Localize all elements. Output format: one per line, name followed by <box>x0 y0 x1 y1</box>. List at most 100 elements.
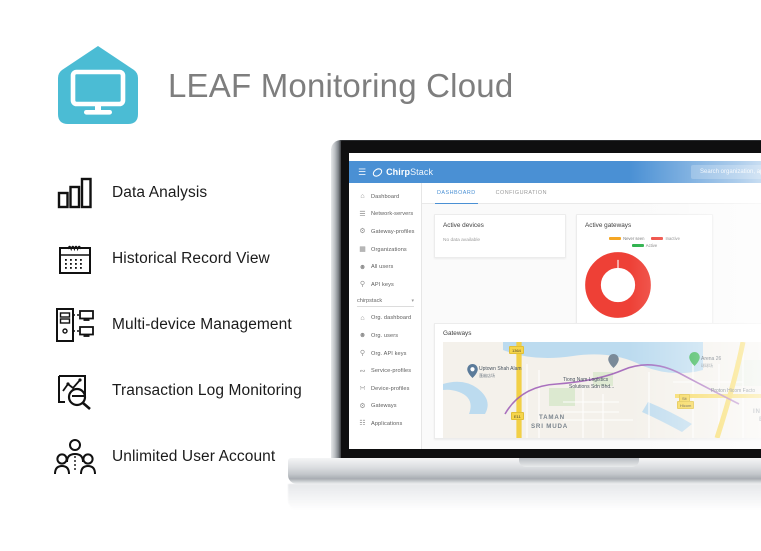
page-title: LEAF Monitoring Cloud <box>168 67 514 104</box>
sidebar-item-org-users[interactable]: ☻ Org. users <box>349 327 421 345</box>
legend-swatch <box>631 243 644 248</box>
map-pin-icon[interactable] <box>467 364 478 378</box>
sidebar-item-org-dashboard[interactable]: ⌂ Org. dashboard <box>349 310 421 328</box>
card-active-devices: Active devices No data available <box>434 214 566 258</box>
app-topbar: ☰ ChirpStack Search organization, applic… <box>349 161 761 183</box>
card-title: Gateways <box>443 330 472 337</box>
sidebar-item-label: Applications <box>371 420 403 427</box>
map-pin-icon[interactable] <box>689 352 700 366</box>
search-placeholder: Search organization, application, gatewa… <box>700 169 761 175</box>
dashboard-cards: Active devices No data available Active … <box>422 204 761 332</box>
server-icon: ☰ <box>359 210 366 218</box>
search-input[interactable]: Search organization, application, gatewa… <box>691 165 761 179</box>
home-icon: ⌂ <box>360 314 365 322</box>
sidebar-item-organizations[interactable]: ▦ Organizations <box>349 241 421 259</box>
sidebar-item-label: Gateway-profiles <box>371 228 415 235</box>
road-shield: Hicom <box>677 401 695 409</box>
calendar-icon <box>48 234 102 284</box>
legend-item-active[interactable]: Active <box>631 243 658 248</box>
laptop-mockup: ☰ ChirpStack Search organization, applic… <box>288 140 761 510</box>
road-shield: E11 <box>511 412 524 420</box>
key-icon: ⚲ <box>359 350 366 358</box>
sidebar-item-label: Device-profiles <box>371 385 410 392</box>
user-icon: ☻ <box>358 263 367 271</box>
legend-label: Active <box>645 243 658 248</box>
chevron-down-icon: ▾ <box>411 297 414 304</box>
device-icon: ∺ <box>359 385 366 393</box>
brand-header: LEAF Monitoring Cloud <box>56 44 513 128</box>
map-label: 球球场 <box>701 363 713 368</box>
legend-row: Active <box>631 243 658 248</box>
app-content: DASHBOARD CONFIGURATION Active devices N… <box>422 183 761 449</box>
laptop-base-reflection <box>288 484 761 510</box>
sidebar-item-label: API keys <box>371 281 394 288</box>
feature-item-multi-device-management: Multi-device Management <box>48 292 368 358</box>
feature-item-transaction-log-monitoring: Transaction Log Monitoring <box>48 358 368 424</box>
tab-dashboard[interactable]: DASHBOARD <box>435 183 478 204</box>
sidebar-item-label: Org. API keys <box>371 350 407 357</box>
map-label: Uptown Shah Alam <box>479 366 522 372</box>
card-title: Active devices <box>443 222 484 229</box>
gateways-donut-chart <box>585 252 651 318</box>
legend-item-inactive[interactable]: Inactive <box>651 236 680 241</box>
sidebar-item-org-api-keys[interactable]: ⚲ Org. API keys <box>349 345 421 363</box>
sidebar-item-label: Network-servers <box>371 211 414 218</box>
gateways-map[interactable]: Uptown Shah Alam 蓬幽店场 Tiong Nam Logistic… <box>443 342 761 438</box>
card-empty-text: No data available <box>443 238 481 243</box>
chirpstack-logo-icon: ChirpStack <box>372 167 433 178</box>
feature-list: Data Analysis Historical Record View Mul… <box>48 160 368 490</box>
feature-label: Unlimited User Account <box>112 448 276 465</box>
sidebar-item-applications[interactable]: ☷ Applications <box>349 415 421 433</box>
sidebar-item-label: Organizations <box>371 246 407 253</box>
legend-item-never-seen[interactable]: Never seen <box>609 236 644 241</box>
user-icon: ☻ <box>358 332 367 340</box>
sidebar-item-gateway-profiles[interactable]: ⚙ Gateway-profiles <box>349 223 421 241</box>
tab-configuration[interactable]: CONFIGURATION <box>494 183 549 203</box>
sidebar-item-all-users[interactable]: ☻ All users <box>349 258 421 276</box>
map-label: 蓬幽店场 <box>479 373 495 378</box>
sidebar-item-label: All users <box>371 264 394 271</box>
key-icon: ⚲ <box>359 281 366 289</box>
apps-icon: ☷ <box>359 420 366 428</box>
legend-swatch <box>651 236 664 241</box>
sidebar-item-device-profiles[interactable]: ∺ Device-profiles <box>349 380 421 398</box>
feature-item-data-analysis: Data Analysis <box>48 160 368 226</box>
sidebar-item-network-servers[interactable]: ☰ Network-servers <box>349 206 421 224</box>
feature-label: Data Analysis <box>112 184 208 201</box>
sidebar-item-dashboard[interactable]: ⌂ Dashboard <box>349 188 421 206</box>
feature-label: Historical Record View <box>112 250 270 267</box>
chart-magnifier-icon <box>48 366 102 416</box>
organization-selector-value: chirpstack <box>357 297 383 304</box>
monitor-in-house-icon <box>58 46 138 124</box>
legend-label: Never seen <box>623 236 645 241</box>
sidebar-item-gateways[interactable]: ⚙ Gateways <box>349 398 421 416</box>
chirpstack-brand-text: ChirpStack <box>386 167 434 177</box>
map-pin-icon[interactable] <box>608 354 619 368</box>
legend-label: Inactive <box>665 236 680 241</box>
map-label: Arena 26 <box>701 356 722 362</box>
server-monitors-icon <box>48 300 102 350</box>
chart-legend: Never seen Inactive Active <box>585 236 704 248</box>
sidebar-item-service-profiles[interactable]: ∾ Service-profiles <box>349 362 421 380</box>
tab-bar: DASHBOARD CONFIGURATION <box>422 183 761 204</box>
hamburger-icon[interactable]: ☰ <box>358 167 366 177</box>
sidebar-item-api-keys[interactable]: ⚲ API keys <box>349 276 421 294</box>
map-label: TAMAN <box>539 414 565 421</box>
legend-swatch <box>609 236 622 241</box>
leaf-logo <box>56 44 140 128</box>
laptop-lid-edge <box>331 140 341 462</box>
sidebar-item-label: Service-profiles <box>371 368 412 375</box>
feature-label: Multi-device Management <box>112 316 292 333</box>
card-gateways-map: Gateways Uptown Shah Alam 蓬幽店场 Tiong Nam… <box>434 323 761 439</box>
map-label: SRI MUDA <box>531 423 568 430</box>
road-shield: 1364 <box>509 346 524 354</box>
map-label: INDUSTRIA <box>753 408 761 415</box>
legend-row: Never seen Inactive <box>609 236 680 241</box>
map-label: Tiong Nam Logistics <box>563 377 609 383</box>
users-group-icon <box>48 432 102 482</box>
gateway-icon: ⚙ <box>359 402 366 410</box>
organization-selector[interactable]: chirpstack ▾ <box>357 298 414 307</box>
sidebar-item-label: Dashboard <box>371 193 400 200</box>
laptop-screen: ☰ ChirpStack Search organization, applic… <box>349 153 761 449</box>
home-icon: ⌂ <box>360 193 365 201</box>
